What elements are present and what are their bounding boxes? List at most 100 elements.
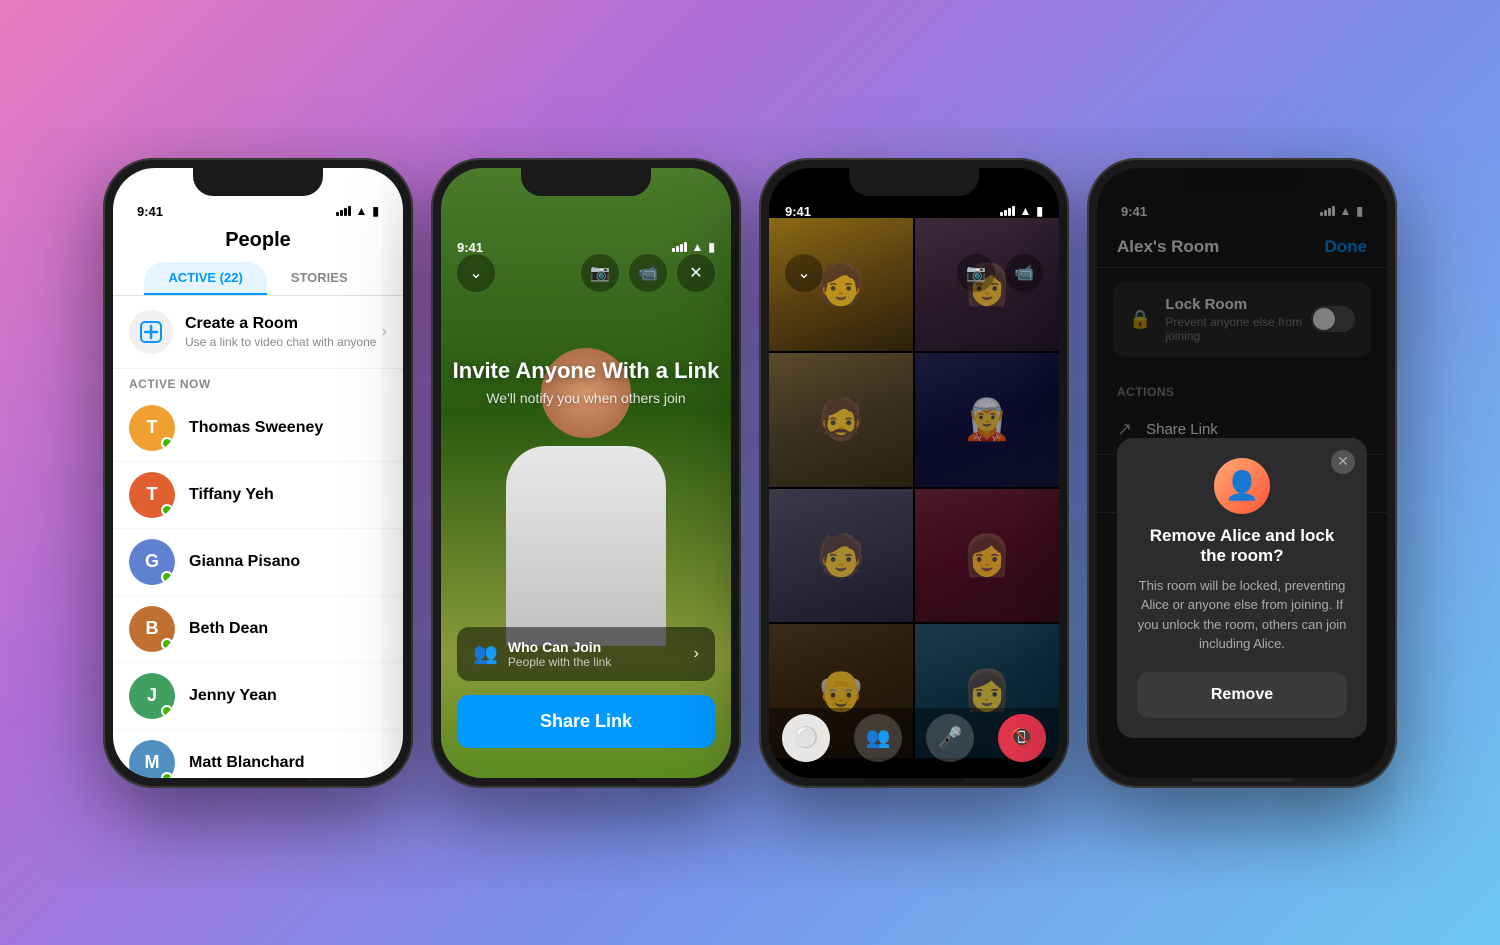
person-name: Tiffany Yeh — [189, 486, 274, 504]
modal-title: Remove Alice and lock the room? — [1137, 526, 1347, 566]
phones-container: 9:41 ▲ ▮ People — [83, 118, 1417, 828]
battery-icon-1: ▮ — [372, 204, 379, 218]
call-controls-bottom: ⚪ 👥 🎤 📵 — [769, 708, 1059, 778]
online-indicator — [161, 504, 173, 516]
online-indicator — [161, 437, 173, 449]
list-item[interactable]: B Beth Dean — [113, 596, 403, 663]
back-btn-3[interactable]: ⌄ — [785, 254, 823, 292]
video-icon-3[interactable]: 📹 — [1005, 254, 1043, 292]
phone-4-screen: 9:41 ▲ ▮ Alex's Room — [1097, 168, 1387, 778]
tab-stories[interactable]: STORIES — [267, 262, 372, 295]
create-room-icon — [129, 310, 173, 354]
remove-modal: ✕ 👤 Remove Alice and lock the room? This… — [1117, 438, 1367, 738]
status-time-1: 9:41 — [137, 204, 163, 219]
list-item[interactable]: J Jenny Yean — [113, 663, 403, 730]
phone-3-content: 9:41 ▲ ▮ ⌄ — [769, 168, 1059, 778]
remove-modal-overlay: ✕ 👤 Remove Alice and lock the room? This… — [1097, 168, 1387, 778]
avatar: M — [129, 740, 175, 778]
modal-body: This room will be locked, preventing Ali… — [1137, 576, 1347, 654]
list-item[interactable]: M Matt Blanchard — [113, 730, 403, 778]
home-indicator-2 — [536, 778, 636, 782]
avatar: T — [129, 472, 175, 518]
list-item[interactable]: G Gianna Pisano — [113, 529, 403, 596]
invite-subtitle: We'll notify you when others join — [453, 390, 720, 406]
chevron-down-icon-3: ⌄ — [785, 254, 823, 292]
camera-icon-3[interactable]: 📷 — [957, 254, 995, 292]
status-time-3: 9:41 — [785, 204, 811, 219]
wifi-icon-3: ▲ — [1020, 204, 1032, 218]
list-item[interactable]: T Tiffany Yeh — [113, 462, 403, 529]
home-indicator-3 — [864, 778, 964, 782]
home-indicator-1 — [208, 778, 308, 782]
person-name: Jenny Yean — [189, 687, 277, 705]
phone-1-content: 9:41 ▲ ▮ People — [113, 168, 403, 778]
invite-text-area: Invite Anyone With a Link We'll notify y… — [453, 268, 720, 406]
people-list: T Thomas Sweeney T Tiffany Yeh — [113, 395, 403, 778]
avatar: J — [129, 673, 175, 719]
face-6: 👩 — [915, 489, 1059, 623]
signal-icon-1 — [336, 206, 351, 216]
who-can-join-text: Who Can Join People with the link — [508, 639, 694, 669]
tab-active[interactable]: ACTIVE (22) — [144, 262, 266, 295]
status-bar-right-1: ▲ ▮ — [336, 204, 380, 218]
person-name: Matt Blanchard — [189, 754, 305, 772]
modal-avatar: 👤 — [1214, 458, 1270, 514]
person-name: Gianna Pisano — [189, 553, 300, 571]
signal-icon-3 — [1000, 206, 1015, 216]
phone-2-notch — [521, 168, 651, 196]
create-room-sub: Use a link to video chat with anyone — [185, 335, 382, 349]
phone-2-bottom: 👥 Who Can Join People with the link › Sh… — [441, 617, 731, 778]
online-indicator — [161, 638, 173, 650]
active-now-label: ACTIVE NOW — [113, 369, 403, 395]
modal-close-button[interactable]: ✕ — [1331, 450, 1355, 474]
online-indicator — [161, 705, 173, 717]
online-indicator — [161, 571, 173, 583]
status-bar-right-3: ▲ ▮ — [1000, 204, 1044, 218]
people-tabs: ACTIVE (22) STORIES — [113, 262, 403, 296]
phone-1-screen: 9:41 ▲ ▮ People — [113, 168, 403, 778]
call-top-controls: 📷 📹 — [957, 254, 1043, 292]
phone-3-screen: 9:41 ▲ ▮ ⌄ — [769, 168, 1059, 778]
face-5: 🧑 — [769, 489, 913, 623]
who-can-join-title: Who Can Join — [508, 639, 694, 655]
create-room-text: Create a Room Use a link to video chat w… — [185, 315, 382, 349]
phone-2-screen: 9:41 ▲ ▮ ⌄ — [441, 168, 731, 778]
phone-1-notch — [193, 168, 323, 196]
create-room-title: Create a Room — [185, 315, 382, 333]
phone-3-notch — [849, 168, 979, 196]
video-cell-4: 🧝 — [915, 353, 1059, 487]
wifi-icon-1: ▲ — [356, 204, 368, 218]
avatar: G — [129, 539, 175, 585]
chevron-right-icon-2: › — [694, 645, 699, 663]
chevron-right-icon: › — [382, 323, 387, 341]
create-room-row[interactable]: Create a Room Use a link to video chat w… — [113, 296, 403, 369]
phone-1: 9:41 ▲ ▮ People — [103, 158, 413, 788]
avatar: T — [129, 405, 175, 451]
share-link-button[interactable]: Share Link — [457, 695, 715, 748]
phone-4-content: 9:41 ▲ ▮ Alex's Room — [1097, 168, 1387, 778]
modal-remove-button[interactable]: Remove — [1137, 672, 1347, 718]
face-4: 🧝 — [915, 353, 1059, 487]
invite-title: Invite Anyone With a Link — [453, 358, 720, 384]
list-item[interactable]: T Thomas Sweeney — [113, 395, 403, 462]
battery-icon-3: ▮ — [1036, 204, 1043, 218]
people-header: People — [113, 225, 403, 262]
participants-button[interactable]: 👥 — [854, 714, 902, 762]
phone-2: 9:41 ▲ ▮ ⌄ — [431, 158, 741, 788]
phone-2-content: 9:41 ▲ ▮ ⌄ — [441, 168, 731, 778]
phone-4: 9:41 ▲ ▮ Alex's Room — [1087, 158, 1397, 788]
video-cell-6: 👩 — [915, 489, 1059, 623]
video-grid: 🧑 👩 🧔 🧝 🧑 👩 — [769, 218, 1059, 758]
video-cell-3: 🧔 — [769, 353, 913, 487]
who-can-join-row[interactable]: 👥 Who Can Join People with the link › — [457, 627, 715, 681]
video-cell-5: 🧑 — [769, 489, 913, 623]
person-name: Beth Dean — [189, 620, 268, 638]
end-call-button[interactable]: 📵 — [998, 714, 1046, 762]
face-3: 🧔 — [769, 353, 913, 487]
avatar: B — [129, 606, 175, 652]
home-indicator-4 — [1192, 778, 1292, 782]
camera-toggle-button[interactable]: ⚪ — [782, 714, 830, 762]
person-name: Thomas Sweeney — [189, 419, 323, 437]
group-icon: 👥 — [473, 641, 498, 666]
mute-button[interactable]: 🎤 — [926, 714, 974, 762]
